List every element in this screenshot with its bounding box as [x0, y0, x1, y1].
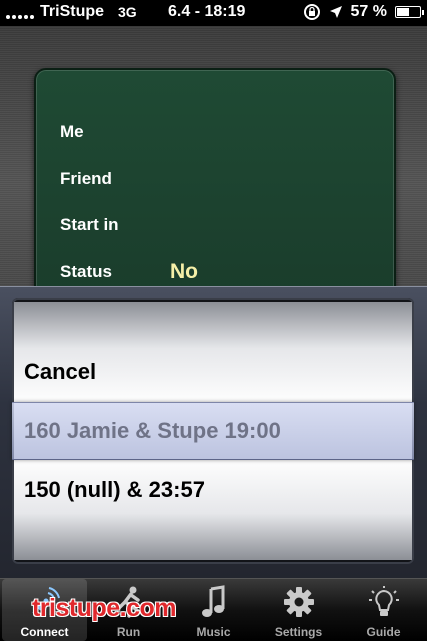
- status-label: Status: [60, 262, 112, 281]
- status-row: Status No update.: [60, 260, 245, 307]
- status-bar-left: TriStupe 3G: [6, 3, 137, 21]
- carrier-name: TriStupe: [40, 3, 105, 20]
- friend-label: Friend: [60, 169, 112, 188]
- status-bar-right: 57 %: [303, 3, 424, 21]
- info-panel: Me Friend Start in Status No update.: [34, 68, 396, 312]
- status-bar: TriStupe 3G 6.4 - 18:19 57 %: [0, 0, 427, 26]
- tab-label-settings: Settings: [274, 625, 323, 639]
- picker-row-selected[interactable]: 160 Jamie & Stupe 19:00: [24, 418, 281, 444]
- location-arrow-icon: [329, 6, 342, 18]
- me-label: Me: [60, 122, 84, 141]
- rotation-lock-icon: [303, 4, 320, 20]
- picker-selection-indicator[interactable]: 160 Jamie & Stupe 19:00: [12, 402, 414, 460]
- tab-guide[interactable]: Guide: [341, 579, 426, 641]
- watermark-text: tristupe.com: [32, 594, 177, 622]
- lightbulb-icon: [368, 586, 399, 616]
- tab-label-run: Run: [116, 625, 141, 639]
- tab-settings[interactable]: Settings: [256, 579, 341, 641]
- battery-percent: 57 %: [350, 3, 387, 20]
- status-time: 6.4 - 18:19: [168, 3, 246, 20]
- tab-label-connect: Connect: [20, 625, 69, 639]
- battery-icon: [395, 6, 424, 18]
- gear-icon: [283, 587, 314, 617]
- signal-strength-icon: [6, 5, 34, 19]
- tab-label-guide: Guide: [366, 625, 401, 639]
- network-type: 3G: [118, 4, 137, 20]
- picker-row-option[interactable]: 150 (null) & 23:57: [24, 477, 205, 503]
- music-note-icon: [201, 585, 224, 617]
- tab-label-music: Music: [196, 625, 231, 639]
- start-in-label: Start in: [60, 215, 119, 234]
- tab-music[interactable]: Music: [171, 579, 256, 641]
- picker-row-cancel[interactable]: Cancel: [24, 359, 96, 385]
